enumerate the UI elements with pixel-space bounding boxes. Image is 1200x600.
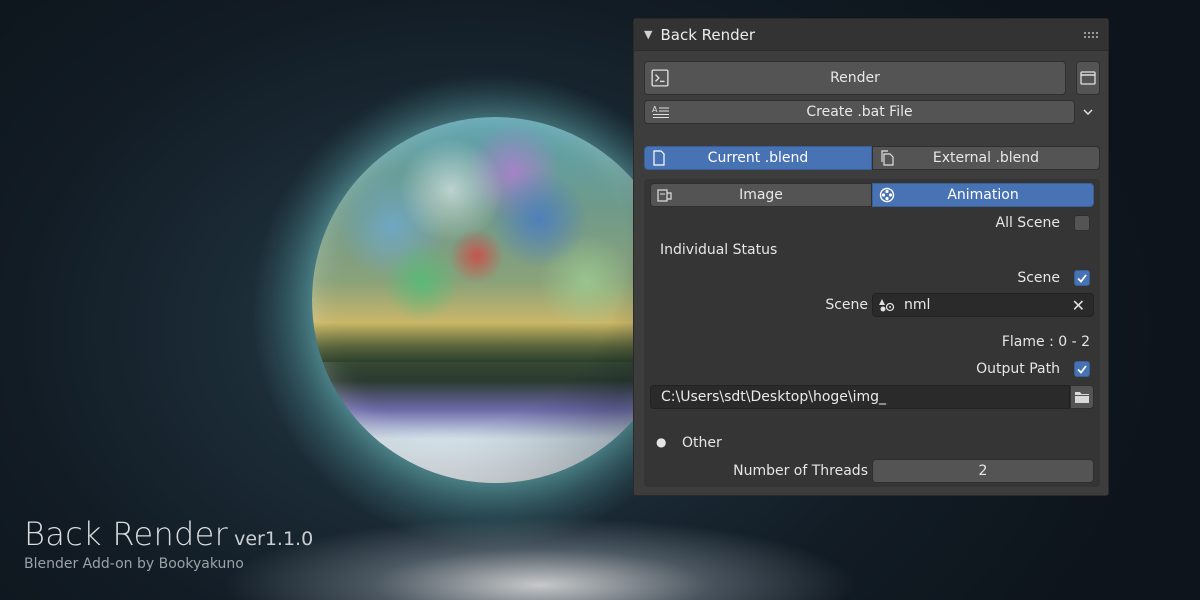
- threads-label: Number of Threads: [733, 463, 868, 479]
- settings-box: Image Animation All Scene Individual Sta…: [644, 179, 1100, 487]
- tab-current-blend[interactable]: Current .blend: [644, 146, 872, 170]
- all-scene-checkbox[interactable]: [1074, 215, 1090, 231]
- threads-value: 2: [978, 463, 988, 479]
- all-scene-label: All Scene: [995, 215, 1061, 231]
- window-icon: [1080, 71, 1096, 85]
- threads-number-field[interactable]: 2: [872, 459, 1094, 483]
- tab-current-blend-label: Current .blend: [707, 150, 809, 166]
- create-bat-dropdown[interactable]: [1075, 100, 1100, 124]
- chevron-down-icon: [1082, 109, 1093, 116]
- glass-sphere-image: [312, 117, 678, 483]
- tab-image-label: Image: [739, 187, 783, 203]
- folder-icon: [1075, 392, 1089, 403]
- window-toggle-button[interactable]: [1076, 61, 1100, 95]
- tab-animation[interactable]: Animation: [872, 183, 1094, 207]
- brand-title: Back Render: [24, 515, 229, 553]
- panel-title: Back Render: [660, 25, 756, 44]
- output-path-checkbox[interactable]: [1074, 361, 1090, 377]
- panel-header[interactable]: ▼ Back Render: [634, 19, 1108, 51]
- checkmark-icon: [1077, 274, 1087, 283]
- output-path-input[interactable]: C:\Users\sdt\Desktop\hoge\img_: [650, 385, 1070, 409]
- console-icon: [651, 69, 669, 87]
- scene-selector[interactable]: nml ✕: [872, 293, 1094, 317]
- frame-range-text: Flame : 0 - 2: [1001, 334, 1090, 350]
- branding: Back Render ver1.1.0 Blender Add-on by Bo…: [24, 515, 313, 572]
- bullet-icon: ●: [656, 435, 667, 449]
- scene-data-icon: [879, 299, 895, 312]
- individual-status-heading: Individual Status: [660, 242, 778, 258]
- text-align-icon: A: [652, 105, 669, 118]
- browse-folder-button[interactable]: [1070, 385, 1094, 409]
- tab-external-blend[interactable]: External .blend: [872, 146, 1100, 170]
- drag-grip-icon[interactable]: [1084, 31, 1098, 38]
- tab-animation-label: Animation: [947, 187, 1019, 203]
- image-render-icon: [657, 189, 672, 202]
- output-path-value: C:\Users\sdt\Desktop\hoge\img_: [661, 389, 887, 405]
- file-copy-icon: [881, 150, 894, 166]
- create-bat-label: Create .bat File: [806, 104, 913, 120]
- render-label: Render: [830, 70, 880, 86]
- tab-image[interactable]: Image: [650, 183, 872, 207]
- file-icon: [653, 150, 665, 166]
- film-reel-icon: [879, 187, 895, 203]
- scene-checkbox[interactable]: [1074, 270, 1090, 286]
- scene-value: nml: [904, 297, 931, 313]
- clear-scene-icon[interactable]: ✕: [1072, 296, 1085, 315]
- svg-text:A: A: [652, 105, 658, 114]
- brand-version: ver1.1.0: [234, 528, 314, 550]
- collapse-triangle-icon[interactable]: ▼: [644, 28, 652, 41]
- render-button[interactable]: Render: [644, 61, 1066, 95]
- scene-field-label: Scene: [825, 297, 868, 313]
- output-path-label: Output Path: [976, 361, 1060, 377]
- sphere-shading: [312, 117, 678, 483]
- brand-subtitle: Blender Add-on by Bookyakuno: [24, 556, 244, 572]
- scene-checkbox-label: Scene: [1017, 270, 1060, 286]
- other-section-label: Other: [682, 435, 722, 451]
- create-bat-button[interactable]: A Create .bat File: [644, 100, 1075, 124]
- back-render-panel: ▼ Back Render Render A Create .bat File: [633, 18, 1109, 496]
- tab-external-blend-label: External .blend: [932, 150, 1040, 166]
- checkmark-icon: [1077, 365, 1087, 374]
